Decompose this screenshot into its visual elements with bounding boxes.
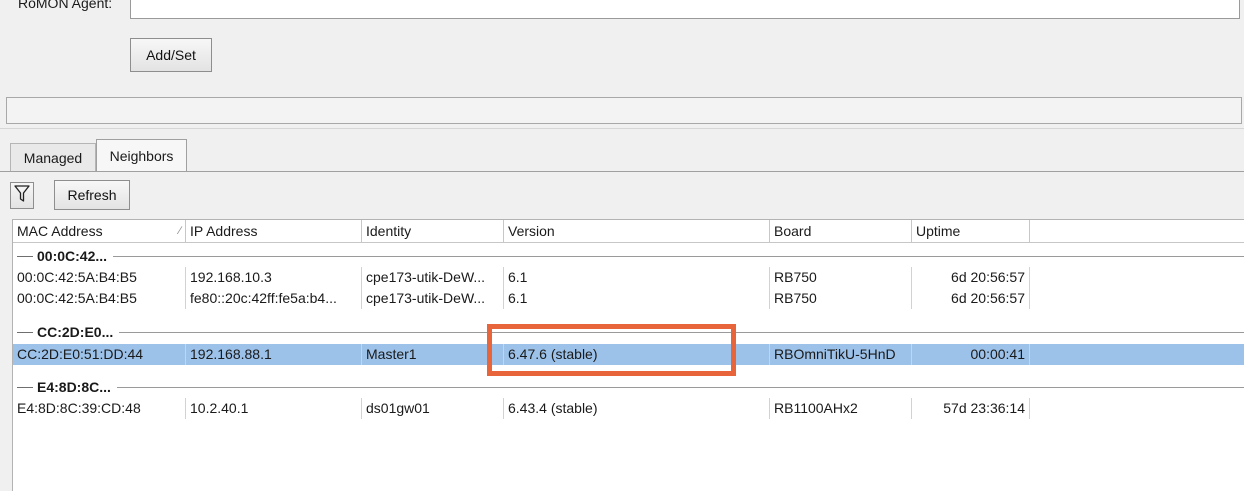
group-line <box>17 387 33 388</box>
status-bar <box>6 97 1242 124</box>
cell-board: RB750 <box>770 267 912 288</box>
cell-mac: 00:0C:42:5A:B4:B5 <box>13 288 186 309</box>
cell-identity: cpe173-utik-DeW... <box>362 267 504 288</box>
cell-version: 6.47.6 (stable) <box>504 344 770 365</box>
funnel-icon <box>14 185 30 206</box>
group-label: 00:0C:42... <box>37 246 114 266</box>
column-header-uptime[interactable]: Uptime <box>912 220 1030 242</box>
group-line <box>37 387 1244 388</box>
cell-uptime: 00:00:41 <box>912 344 1030 365</box>
romon-agent-label: RoMON Agent: <box>18 0 113 11</box>
group-line <box>17 256 33 257</box>
cell-ip: 192.168.10.3 <box>186 267 362 288</box>
cell-version: 6.43.4 (stable) <box>504 398 770 419</box>
cell-mac: 00:0C:42:5A:B4:B5 <box>13 267 186 288</box>
tab-neighbors[interactable]: Neighbors <box>96 139 187 171</box>
column-header-version[interactable]: Version <box>504 220 770 242</box>
cell-ip: fe80::20c:42ff:fe5a:b4... <box>186 288 362 309</box>
cell-ip: 192.168.88.1 <box>186 344 362 365</box>
cell-mac: E4:8D:8C:39:CD:48 <box>13 398 186 419</box>
column-header-identity[interactable]: Identity <box>362 220 504 242</box>
column-header-ip[interactable]: IP Address <box>186 220 362 242</box>
cell-identity: ds01gw01 <box>362 398 504 419</box>
cell-board: RB1100AHx2 <box>770 398 912 419</box>
group-line <box>17 332 33 333</box>
group-row[interactable]: 00:0C:42... <box>13 246 1244 266</box>
table-row-selected[interactable]: CC:2D:E0:51:DD:44 192.168.88.1 Master1 6… <box>13 344 1244 365</box>
filter-button[interactable] <box>10 182 34 209</box>
cell-uptime: 6d 20:56:57 <box>912 288 1030 309</box>
group-label: E4:8D:8C... <box>37 377 117 397</box>
romon-agent-field[interactable] <box>130 0 1240 19</box>
tab-managed[interactable]: Managed <box>10 143 96 171</box>
table-header: MAC Address ∕ IP Address Identity Versio… <box>13 220 1244 243</box>
cell-identity: cpe173-utik-DeW... <box>362 288 504 309</box>
cell-board: RBOmniTikU-5HnD <box>770 344 912 365</box>
group-row[interactable]: CC:2D:E0... <box>13 322 1244 342</box>
cell-board: RB750 <box>770 288 912 309</box>
cell-identity: Master1 <box>362 344 504 365</box>
cell-version: 6.1 <box>504 267 770 288</box>
column-header-board[interactable]: Board <box>770 220 912 242</box>
group-row[interactable]: E4:8D:8C... <box>13 377 1244 397</box>
column-label: MAC Address <box>17 223 103 239</box>
sort-icon: ∕ <box>179 225 181 237</box>
table-row[interactable]: E4:8D:8C:39:CD:48 10.2.40.1 ds01gw01 6.4… <box>13 398 1244 419</box>
divider <box>0 128 1244 129</box>
group-line <box>37 332 1244 333</box>
group-line <box>37 256 1244 257</box>
cell-uptime: 57d 23:36:14 <box>912 398 1030 419</box>
group-label: CC:2D:E0... <box>37 322 120 342</box>
table-row[interactable]: 00:0C:42:5A:B4:B5 192.168.10.3 cpe173-ut… <box>13 267 1244 288</box>
refresh-button[interactable]: Refresh <box>54 180 130 210</box>
table-row[interactable]: 00:0C:42:5A:B4:B5 fe80::20c:42ff:fe5a:b4… <box>13 288 1244 309</box>
neighbors-table: MAC Address ∕ IP Address Identity Versio… <box>12 219 1244 491</box>
cell-version: 6.1 <box>504 288 770 309</box>
cell-uptime: 6d 20:56:57 <box>912 267 1030 288</box>
cell-ip: 10.2.40.1 <box>186 398 362 419</box>
cell-mac: CC:2D:E0:51:DD:44 <box>13 344 186 365</box>
column-header-mac[interactable]: MAC Address ∕ <box>13 220 186 242</box>
tab-divider <box>0 171 1244 172</box>
add-set-button[interactable]: Add/Set <box>130 38 212 72</box>
